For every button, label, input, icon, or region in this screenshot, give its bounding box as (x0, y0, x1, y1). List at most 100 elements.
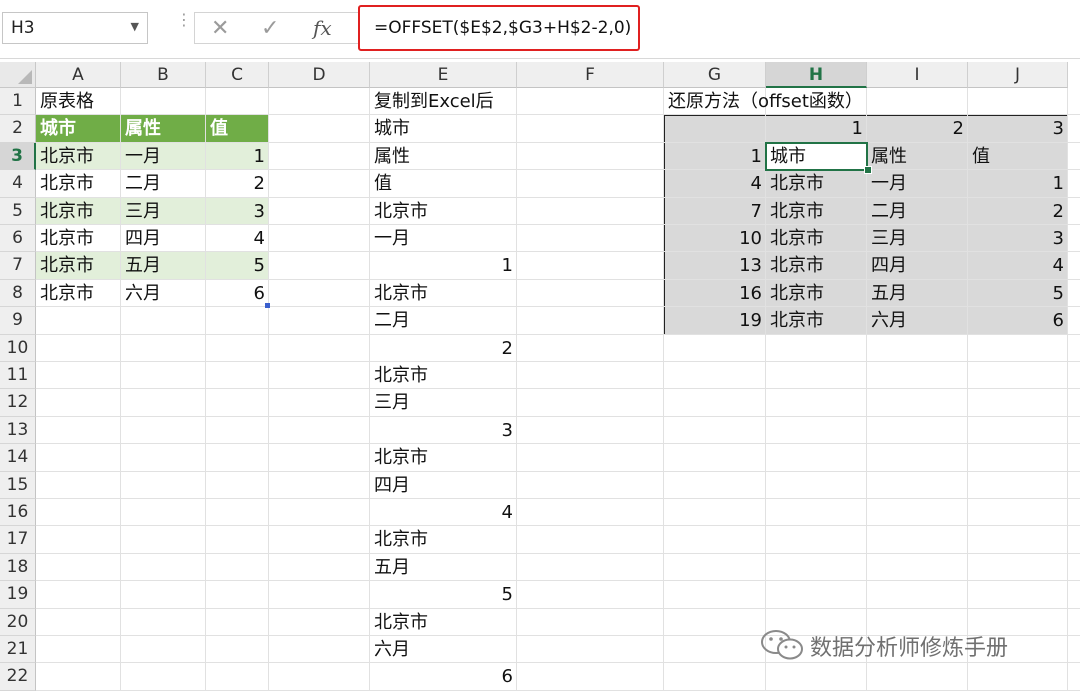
cell-H8[interactable]: 北京市 (766, 280, 867, 307)
cell-H6[interactable]: 北京市 (766, 225, 867, 252)
cell-E12[interactable]: 三月 (370, 389, 517, 416)
cell-E5[interactable]: 北京市 (370, 198, 517, 225)
cell-B5[interactable]: 三月 (121, 198, 206, 225)
row-header-21[interactable]: 21 (0, 636, 36, 664)
cell-E9[interactable]: 二月 (370, 307, 517, 334)
cell-E18[interactable]: 五月 (370, 554, 517, 581)
cell-E1[interactable]: 复制到Excel后 (370, 88, 517, 115)
row-header-18[interactable]: 18 (0, 553, 36, 582)
cell-I7[interactable]: 四月 (867, 252, 968, 279)
row-header-6[interactable]: 6 (0, 225, 36, 253)
column-header-C[interactable]: C (206, 62, 269, 88)
row-header-22[interactable]: 22 (0, 663, 36, 691)
row-header-8[interactable]: 8 (0, 279, 36, 308)
enter-icon[interactable]: ✓ (261, 16, 279, 41)
cell-G8[interactable]: 16 (664, 280, 766, 307)
name-box[interactable]: H3 ▼ (2, 12, 148, 44)
cell-H2[interactable]: 1 (766, 115, 867, 142)
column-header-F[interactable]: F (517, 62, 664, 88)
cell-B6[interactable]: 四月 (121, 225, 206, 252)
cell-J4[interactable]: 1 (968, 170, 1068, 197)
row-header-12[interactable]: 12 (0, 389, 36, 417)
cell-G9[interactable]: 19 (664, 307, 766, 334)
cell-H7[interactable]: 北京市 (766, 252, 867, 279)
cell-H9[interactable]: 北京市 (766, 307, 867, 334)
cell-I3[interactable]: 属性 (867, 143, 968, 170)
column-header-G[interactable]: G (664, 62, 766, 88)
cell-J6[interactable]: 3 (968, 225, 1068, 252)
cell-E3[interactable]: 属性 (370, 143, 517, 170)
cell-G5[interactable]: 7 (664, 198, 766, 225)
cell-E13[interactable]: 3 (370, 417, 517, 444)
cell-I2[interactable]: 2 (867, 115, 968, 142)
cell-A3[interactable]: 北京市 (36, 143, 121, 170)
row-header-5[interactable]: 5 (0, 197, 36, 225)
cell-E17[interactable]: 北京市 (370, 526, 517, 553)
cell-A1[interactable]: 原表格 (36, 88, 121, 115)
cell-J3[interactable]: 值 (968, 143, 1068, 170)
row-header-20[interactable]: 20 (0, 608, 36, 636)
row-header-13[interactable]: 13 (0, 416, 36, 445)
cell-E8[interactable]: 北京市 (370, 280, 517, 307)
cell-E6[interactable]: 一月 (370, 225, 517, 252)
select-all-button[interactable] (0, 62, 36, 88)
column-header-I[interactable]: I (867, 62, 968, 88)
cell-I5[interactable]: 二月 (867, 198, 968, 225)
row-header-7[interactable]: 7 (0, 252, 36, 280)
cell-H5[interactable]: 北京市 (766, 198, 867, 225)
row-header-11[interactable]: 11 (0, 362, 36, 390)
cell-E21[interactable]: 六月 (370, 636, 517, 663)
cell-C8[interactable]: 6 (206, 280, 269, 307)
cell-C3[interactable]: 1 (206, 143, 269, 170)
row-header-10[interactable]: 10 (0, 334, 36, 362)
chevron-down-icon[interactable]: ▼ (131, 20, 139, 33)
insert-function-icon[interactable]: fx (313, 16, 332, 40)
cell-C5[interactable]: 3 (206, 198, 269, 225)
row-header-15[interactable]: 15 (0, 471, 36, 499)
cell-E19[interactable]: 5 (370, 581, 517, 608)
column-header-B[interactable]: B (121, 62, 206, 88)
cell-J8[interactable]: 5 (968, 280, 1068, 307)
cell-E22[interactable]: 6 (370, 663, 517, 690)
column-header-D[interactable]: D (269, 62, 370, 88)
cell-C7[interactable]: 5 (206, 252, 269, 279)
cell-B4[interactable]: 二月 (121, 170, 206, 197)
column-header-A[interactable]: A (36, 62, 121, 88)
cell-E4[interactable]: 值 (370, 170, 517, 197)
cell-A4[interactable]: 北京市 (36, 170, 121, 197)
cell-E2[interactable]: 城市 (370, 115, 517, 142)
cell-E15[interactable]: 四月 (370, 472, 517, 499)
cell-A7[interactable]: 北京市 (36, 252, 121, 279)
cell-E20[interactable]: 北京市 (370, 609, 517, 636)
row-header-9[interactable]: 9 (0, 307, 36, 335)
cell-J9[interactable]: 6 (968, 307, 1068, 334)
cell-G7[interactable]: 13 (664, 252, 766, 279)
row-header-4[interactable]: 4 (0, 170, 36, 198)
formula-input[interactable]: =OFFSET($E$2,$G3+H$2-2,0) (358, 5, 640, 51)
cell-H4[interactable]: 北京市 (766, 170, 867, 197)
row-header-17[interactable]: 17 (0, 526, 36, 554)
cancel-icon[interactable]: ✕ (211, 16, 229, 41)
column-header-H[interactable]: H (766, 62, 867, 88)
cell-G1[interactable]: 还原方法（offset函数） (664, 88, 863, 115)
cell-G4[interactable]: 4 (664, 170, 766, 197)
cell-E10[interactable]: 2 (370, 335, 517, 362)
cell-A6[interactable]: 北京市 (36, 225, 121, 252)
row-header-16[interactable]: 16 (0, 499, 36, 527)
cell-B7[interactable]: 五月 (121, 252, 206, 279)
cell-C4[interactable]: 2 (206, 170, 269, 197)
cell-B8[interactable]: 六月 (121, 280, 206, 307)
cell-I4[interactable]: 一月 (867, 170, 968, 197)
cell-A2[interactable]: 城市 (36, 115, 121, 142)
cell-J2[interactable]: 3 (968, 115, 1068, 142)
spreadsheet-grid[interactable]: A B C D E F G H I J 1 2 3 4 5 6 7 8 9 10 11 12 13 14 15 16 17 18 19 2… (0, 62, 1080, 691)
row-header-3[interactable]: 3 (0, 142, 36, 171)
column-header-J[interactable]: J (968, 62, 1068, 88)
cell-C2[interactable]: 值 (206, 115, 269, 142)
row-header-14[interactable]: 14 (0, 444, 36, 472)
cell-J7[interactable]: 4 (968, 252, 1068, 279)
more-options-icon[interactable]: ⋮ (176, 12, 192, 28)
cell-G6[interactable]: 10 (664, 225, 766, 252)
cell-E16[interactable]: 4 (370, 499, 517, 526)
cell-I6[interactable]: 三月 (867, 225, 968, 252)
